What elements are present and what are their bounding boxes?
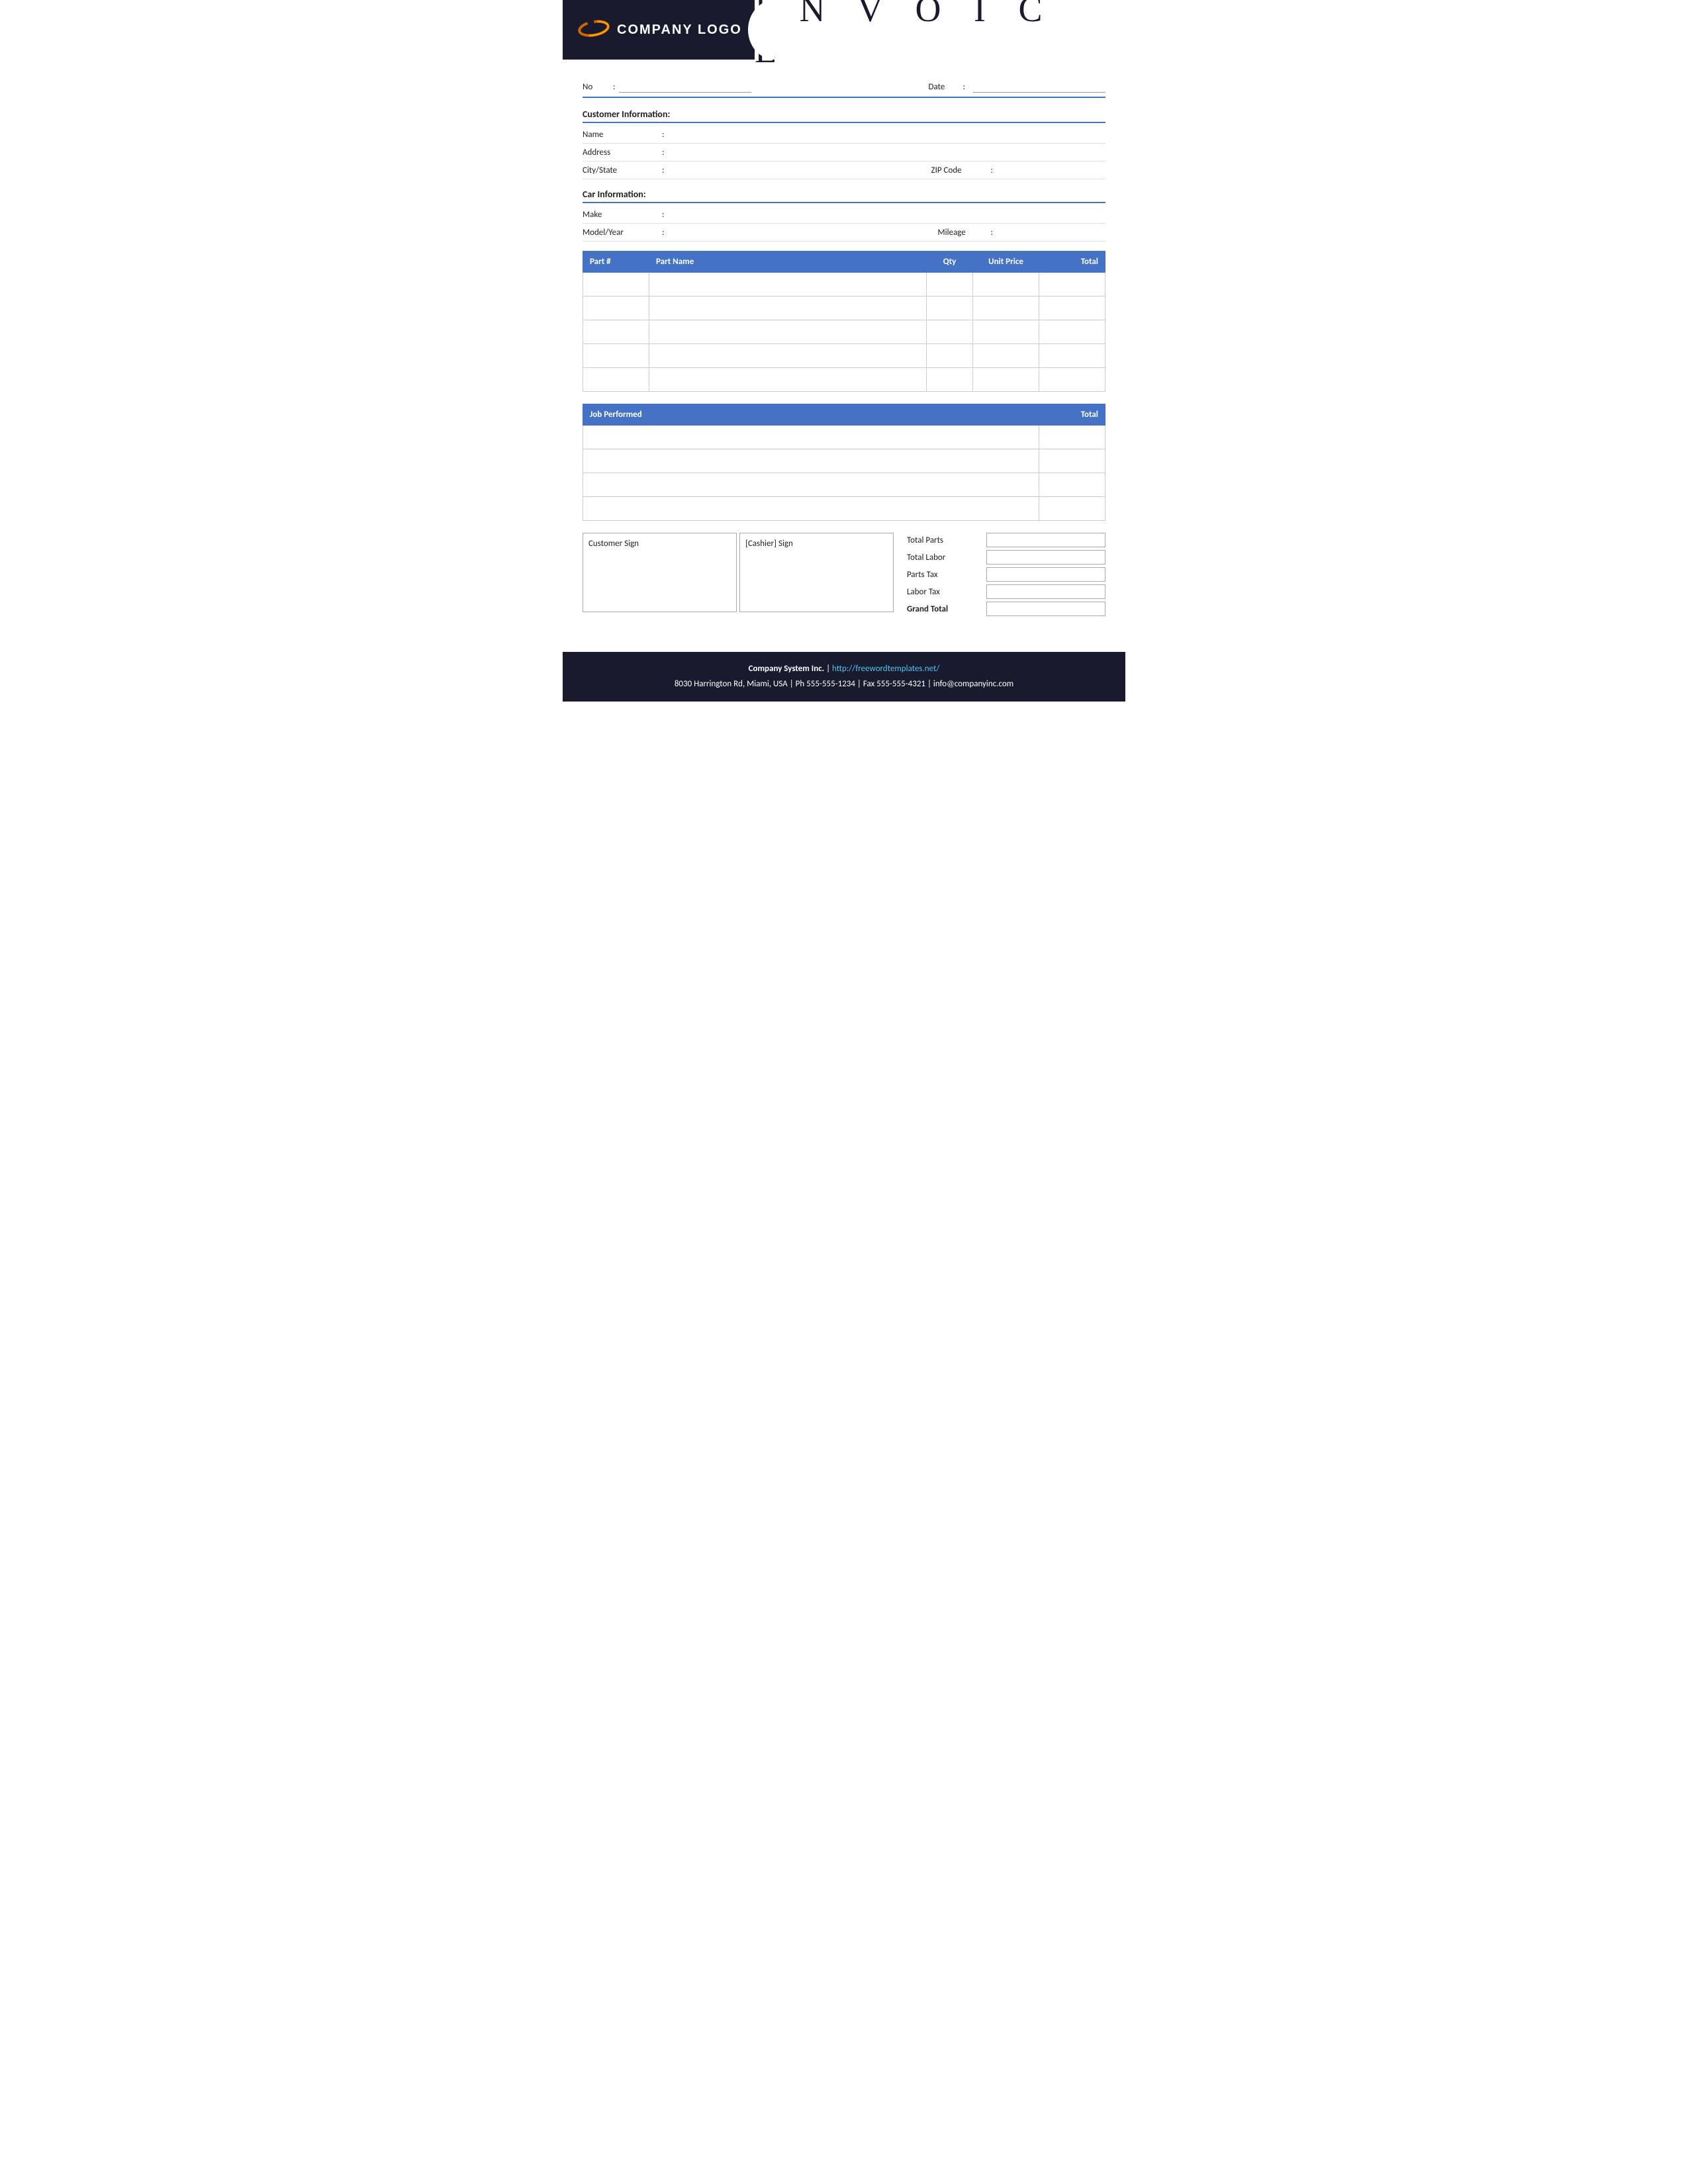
job-row-2 <box>583 473 1105 497</box>
total-parts-label: Total Parts <box>907 535 986 545</box>
parts-col-total: Total <box>1039 251 1105 273</box>
parts-row-2 <box>583 320 1105 344</box>
parts-col-partnum: Part # <box>583 251 649 273</box>
no-label: No <box>583 82 609 92</box>
grand-total-value <box>986 602 1105 616</box>
total-parts-value <box>986 533 1105 547</box>
parts-col-qty: Qty <box>927 251 973 273</box>
car-info-section: Car Information: Make : Model/Year : Mil… <box>583 189 1105 242</box>
invoice-no-field: No : <box>583 81 751 93</box>
customer-address-row: Address : <box>583 144 1105 161</box>
company-logo-text: COMPANY LOGO <box>617 23 742 38</box>
signature-boxes: Customer Sign [Cashier] Sign <box>583 533 894 612</box>
car-make-row: Make : <box>583 206 1105 224</box>
job-row-0 <box>583 426 1105 449</box>
zip-value <box>1000 164 1105 176</box>
footer-website[interactable]: http://freewordtemplates.net/ <box>832 664 939 674</box>
make-value <box>671 208 1105 220</box>
car-model-row: Model/Year : Mileage : <box>583 224 1105 242</box>
customer-info-section: Customer Information: Name : Address : C… <box>583 109 1105 179</box>
invoice-title: I N V O I C E <box>755 0 1105 71</box>
citystate-value <box>671 164 904 176</box>
header: COMPANY LOGO I N V O I C E <box>563 0 1125 60</box>
job-col-job: Job Performed <box>583 404 1039 426</box>
parts-col-unitprice: Unit Price <box>973 251 1039 273</box>
job-table: Job Performed Total <box>583 404 1105 521</box>
total-parts-row: Total Parts <box>907 533 1105 547</box>
customer-citystate-row: City/State : ZIP Code : <box>583 161 1105 179</box>
no-colon: : <box>613 82 615 92</box>
name-label: Name <box>583 130 662 140</box>
name-value <box>671 128 1105 140</box>
address-value <box>671 146 1105 158</box>
date-colon: : <box>963 82 965 92</box>
date-value <box>973 81 1105 93</box>
parts-col-partname: Part Name <box>649 251 927 273</box>
main-content: No : Date : Customer Information: Name :… <box>563 60 1125 652</box>
parts-table: Part # Part Name Qty Unit Price Total <box>583 251 1105 392</box>
job-row-1 <box>583 449 1105 473</box>
total-labor-label: Total Labor <box>907 553 986 563</box>
model-year-value <box>671 226 911 238</box>
customer-sign-label: Customer Sign <box>588 539 639 549</box>
labor-tax-label: Labor Tax <box>907 587 986 597</box>
grand-total-row: Grand Total <box>907 602 1105 616</box>
job-table-header: Job Performed Total <box>583 404 1105 426</box>
address-label: Address <box>583 148 662 158</box>
bottom-section: Customer Sign [Cashier] Sign Total Parts… <box>583 533 1105 619</box>
date-field: Date : <box>929 81 1105 93</box>
total-labor-row: Total Labor <box>907 550 1105 565</box>
customer-sign-box: Customer Sign <box>583 533 737 612</box>
footer-company-name: Company System Inc. <box>749 664 825 674</box>
parts-row-0 <box>583 273 1105 296</box>
logo-icon <box>577 15 610 44</box>
total-labor-value <box>986 550 1105 565</box>
parts-table-header: Part # Part Name Qty Unit Price Total <box>583 251 1105 273</box>
labor-tax-value <box>986 584 1105 599</box>
labor-tax-row: Labor Tax <box>907 584 1105 599</box>
parts-tax-value <box>986 567 1105 582</box>
parts-row-4 <box>583 368 1105 392</box>
cashier-sign-box: [Cashier] Sign <box>739 533 894 612</box>
footer-line2: 8030 Harrington Rd, Miami, USA | Ph 555-… <box>576 676 1112 692</box>
mileage-value <box>1000 226 1105 238</box>
customer-name-row: Name : <box>583 126 1105 144</box>
footer-separator: | <box>826 664 832 674</box>
zip-label: ZIP Code <box>931 165 991 175</box>
no-date-row: No : Date : <box>583 73 1105 98</box>
job-col-total: Total <box>1039 404 1105 426</box>
customer-info-title: Customer Information: <box>583 109 1105 123</box>
totals-section: Total Parts Total Labor Parts Tax Labor … <box>907 533 1105 619</box>
mileage-label: Mileage <box>938 228 991 238</box>
date-label: Date <box>929 82 955 92</box>
footer: Company System Inc. | http://freewordtem… <box>563 652 1125 702</box>
footer-line1: Company System Inc. | http://freewordtem… <box>576 661 1112 676</box>
make-label: Make <box>583 210 662 220</box>
parts-row-1 <box>583 296 1105 320</box>
parts-row-3 <box>583 344 1105 368</box>
cashier-sign-label: [Cashier] Sign <box>745 539 793 549</box>
grand-total-label: Grand Total <box>907 604 986 614</box>
job-row-3 <box>583 497 1105 521</box>
no-value <box>619 81 751 93</box>
parts-tax-row: Parts Tax <box>907 567 1105 582</box>
car-info-title: Car Information: <box>583 189 1105 203</box>
model-year-label: Model/Year <box>583 228 662 238</box>
citystate-label: City/State <box>583 165 662 175</box>
parts-tax-label: Parts Tax <box>907 570 986 580</box>
